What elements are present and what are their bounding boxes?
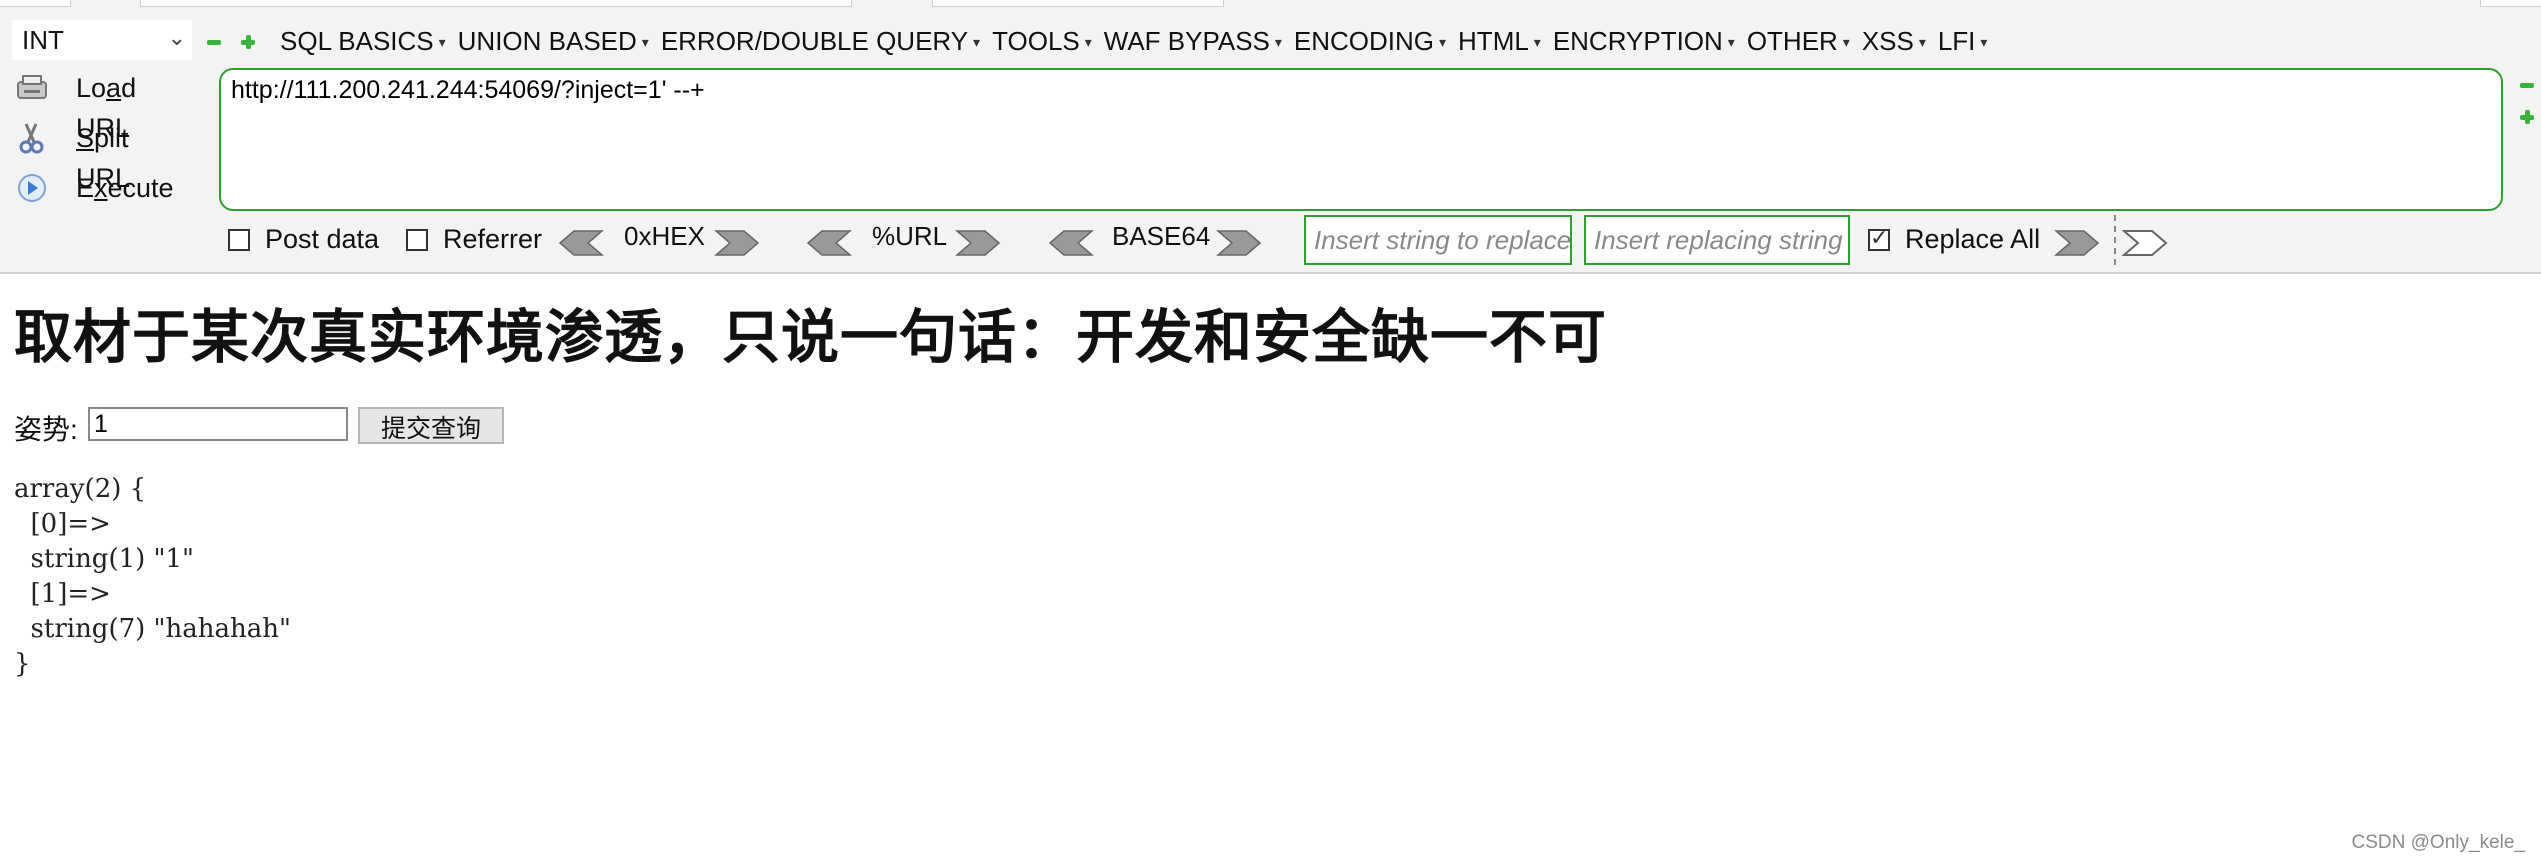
load-url-icon (17, 75, 47, 99)
load-url-button[interactable]: Load URL (14, 68, 184, 143)
hex-decode-arrow-icon[interactable] (558, 229, 604, 257)
tab-fragment (932, 0, 1224, 7)
minus-icon[interactable] (2520, 78, 2538, 92)
injection-type-value: INT (22, 25, 64, 55)
replacing-string-input[interactable]: Insert replacing string (1584, 215, 1850, 265)
inject-input[interactable] (88, 407, 348, 441)
tab-fragment (2480, 0, 2541, 7)
menu-union-based[interactable]: UNION BASED (456, 22, 659, 61)
base64-encode-arrow-icon[interactable] (1216, 229, 1262, 257)
execute-label: Execute (76, 173, 174, 203)
referrer-label: Referrer (443, 224, 543, 254)
replace-all-label: Replace All (1905, 224, 2041, 254)
plus-icon[interactable] (2520, 110, 2538, 124)
browser-tab-edge (0, 0, 2541, 7)
replace-next-arrow-icon[interactable] (2122, 229, 2168, 257)
url-decode-arrow-icon[interactable] (806, 229, 852, 257)
tab-fragment (140, 0, 852, 7)
url-encode-arrow-icon[interactable] (955, 229, 1001, 257)
url-text: http://111.200.241.244:54069/?inject=1' … (231, 76, 705, 104)
plus-icon[interactable] (241, 35, 255, 49)
injection-type-select[interactable]: INT ⌄ (12, 20, 192, 60)
menu-other[interactable]: OTHER (1745, 22, 1860, 61)
base64-decode-arrow-icon[interactable] (1048, 229, 1094, 257)
scissors-icon (19, 123, 44, 154)
post-data-checkbox[interactable] (228, 229, 250, 251)
separator (2114, 215, 2116, 265)
hackbar-menubar: SQL BASICS UNION BASED ERROR/DOUBLE QUER… (278, 22, 1998, 61)
url-textarea[interactable]: http://111.200.241.244:54069/?inject=1' … (219, 68, 2503, 211)
hackbar-options-row: Post data Referrer 0xHEX %URL BASE64 Ins… (0, 215, 2541, 265)
base64-label: BASE64 (1112, 221, 1211, 251)
menu-lfi[interactable]: LFI (1936, 22, 1998, 61)
minus-icon[interactable] (207, 35, 221, 49)
menu-waf-bypass[interactable]: WAF BYPASS (1102, 22, 1292, 61)
replace-arrow-icon[interactable] (2054, 229, 2100, 257)
menu-encoding[interactable]: ENCODING (1292, 22, 1456, 61)
referrer-checkbox[interactable] (406, 229, 428, 251)
menu-encryption[interactable]: ENCRYPTION (1551, 22, 1745, 61)
form-label: 姿势: (14, 414, 78, 445)
menu-html[interactable]: HTML (1456, 22, 1551, 61)
menu-tools[interactable]: TOOLS (990, 22, 1102, 61)
replace-string-input[interactable]: Insert string to replace (1304, 215, 1572, 265)
watermark: CSDN @Only_kele_ (2351, 832, 2525, 853)
var-dump-output: array(2) { [0]=> string(1) "1" [1]=> str… (14, 474, 291, 679)
chevron-down-icon: ⌄ (167, 25, 186, 50)
url-encode-label: %URL (872, 221, 948, 251)
menu-sql-basics[interactable]: SQL BASICS (278, 22, 456, 61)
hex-label: 0xHEX (624, 221, 705, 251)
play-icon (18, 174, 46, 202)
submit-button[interactable]: 提交查询 (358, 407, 504, 444)
replace-all-checkbox[interactable] (1868, 225, 1890, 251)
execute-button[interactable]: Execute (14, 168, 184, 208)
tab-fragment (0, 0, 71, 7)
split-url-button[interactable]: Split URL (14, 118, 184, 193)
menu-error-double-query[interactable]: ERROR/DOUBLE QUERY (659, 22, 990, 61)
post-data-label: Post data (265, 224, 380, 254)
hex-encode-arrow-icon[interactable] (714, 229, 760, 257)
hackbar-toolbar: INT ⌄ SQL BASICS UNION BASED ERROR/DOUBL… (0, 0, 2541, 274)
page-heading: 取材于某次真实环境渗透，只说一句话：开发和安全缺一不可 (14, 303, 1608, 371)
menu-xss[interactable]: XSS (1860, 22, 1936, 61)
